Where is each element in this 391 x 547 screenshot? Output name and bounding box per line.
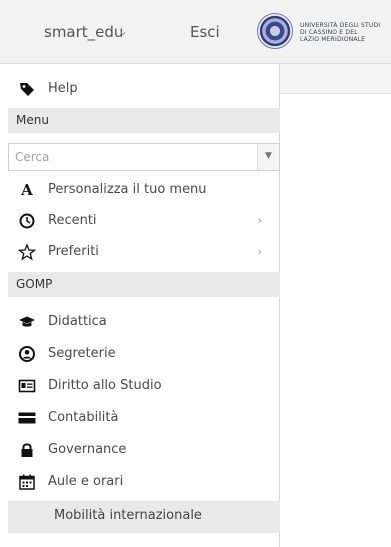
star-icon <box>18 243 36 261</box>
section-menu-label: Menu <box>16 113 49 127</box>
chevron-right-icon: › <box>257 245 262 258</box>
calendar-icon <box>18 473 36 491</box>
user-circle-icon <box>18 345 36 363</box>
menu-item-aule-orari-label: Aule e orari <box>48 474 124 489</box>
menu-item-diritto-studio-label: Diritto allo Studio <box>48 378 162 393</box>
menu-item-contabilita-label: Contabilità <box>48 410 119 425</box>
menu-item-aule-orari[interactable]: Aule e orari <box>8 467 280 497</box>
menu-item-contabilita[interactable]: Contabilità <box>8 403 280 433</box>
menu-search-input[interactable] <box>9 144 257 170</box>
menu-item-recent-label: Recenti <box>48 213 97 228</box>
menu-search[interactable]: ▼ <box>8 143 280 171</box>
section-header-menu: Menu <box>8 108 280 133</box>
section-gomp-label: GOMP <box>16 277 53 291</box>
search-dropdown-button[interactable]: ▼ <box>257 144 279 170</box>
menu-item-segreterie-label: Segreterie <box>48 346 116 361</box>
main-content-area <box>280 64 391 547</box>
logout-link[interactable]: Esci <box>190 23 220 41</box>
section-header-gomp: GOMP <box>8 272 280 297</box>
font-icon: A <box>21 181 33 199</box>
user-menu-toggle[interactable]: smart_edu <box>44 23 123 41</box>
menu-item-mobilita-label: Mobilità internazionale <box>54 508 202 523</box>
chevron-down-icon: ▼ <box>265 151 272 161</box>
menu-item-mobilita[interactable]: Mobilità internazionale <box>8 501 280 533</box>
menu-item-governance-label: Governance <box>48 442 127 457</box>
menu-item-help[interactable]: Help <box>8 74 280 104</box>
menu-item-governance[interactable]: Governance <box>8 435 280 465</box>
menu-item-personalize-label: Personalizza il tuo menu <box>48 182 207 197</box>
credit-card-icon <box>18 409 36 427</box>
lock-icon <box>18 441 36 459</box>
menu-item-didattica[interactable]: Didattica <box>8 307 280 337</box>
graduation-cap-icon <box>18 313 36 331</box>
university-logo-text: UNIVERSITÀ DEGLI STUDI DI CASSINO E DEL LA… <box>300 22 381 43</box>
menu-item-favorites[interactable]: Preferiti › <box>8 237 280 267</box>
dropdown-menu: Help Menu ▼ A Personalizza il tuo menu R… <box>8 64 280 547</box>
id-card-icon <box>18 377 36 395</box>
menu-item-personalize[interactable]: A Personalizza il tuo menu <box>8 175 280 205</box>
menu-item-diritto-studio[interactable]: Diritto allo Studio <box>8 371 280 401</box>
top-bar: smart_edu ⌄ Esci UNIVERSITÀ DEGLI STUDI D… <box>0 0 391 64</box>
menu-item-recent[interactable]: Recenti › <box>8 206 280 236</box>
content-toolbar-strip <box>280 64 391 94</box>
clock-icon <box>18 212 36 230</box>
tag-icon <box>18 80 36 98</box>
menu-item-segreterie[interactable]: Segreterie <box>8 339 280 369</box>
university-seal-icon <box>257 13 293 49</box>
chevron-down-icon[interactable]: ⌄ <box>118 24 128 38</box>
university-logo[interactable]: UNIVERSITÀ DEGLI STUDI DI CASSINO E DEL LA… <box>257 13 391 49</box>
menu-item-help-label: Help <box>48 81 78 96</box>
menu-item-didattica-label: Didattica <box>48 314 107 329</box>
menu-item-favorites-label: Preferiti <box>48 244 99 259</box>
chevron-right-icon: › <box>257 214 262 227</box>
